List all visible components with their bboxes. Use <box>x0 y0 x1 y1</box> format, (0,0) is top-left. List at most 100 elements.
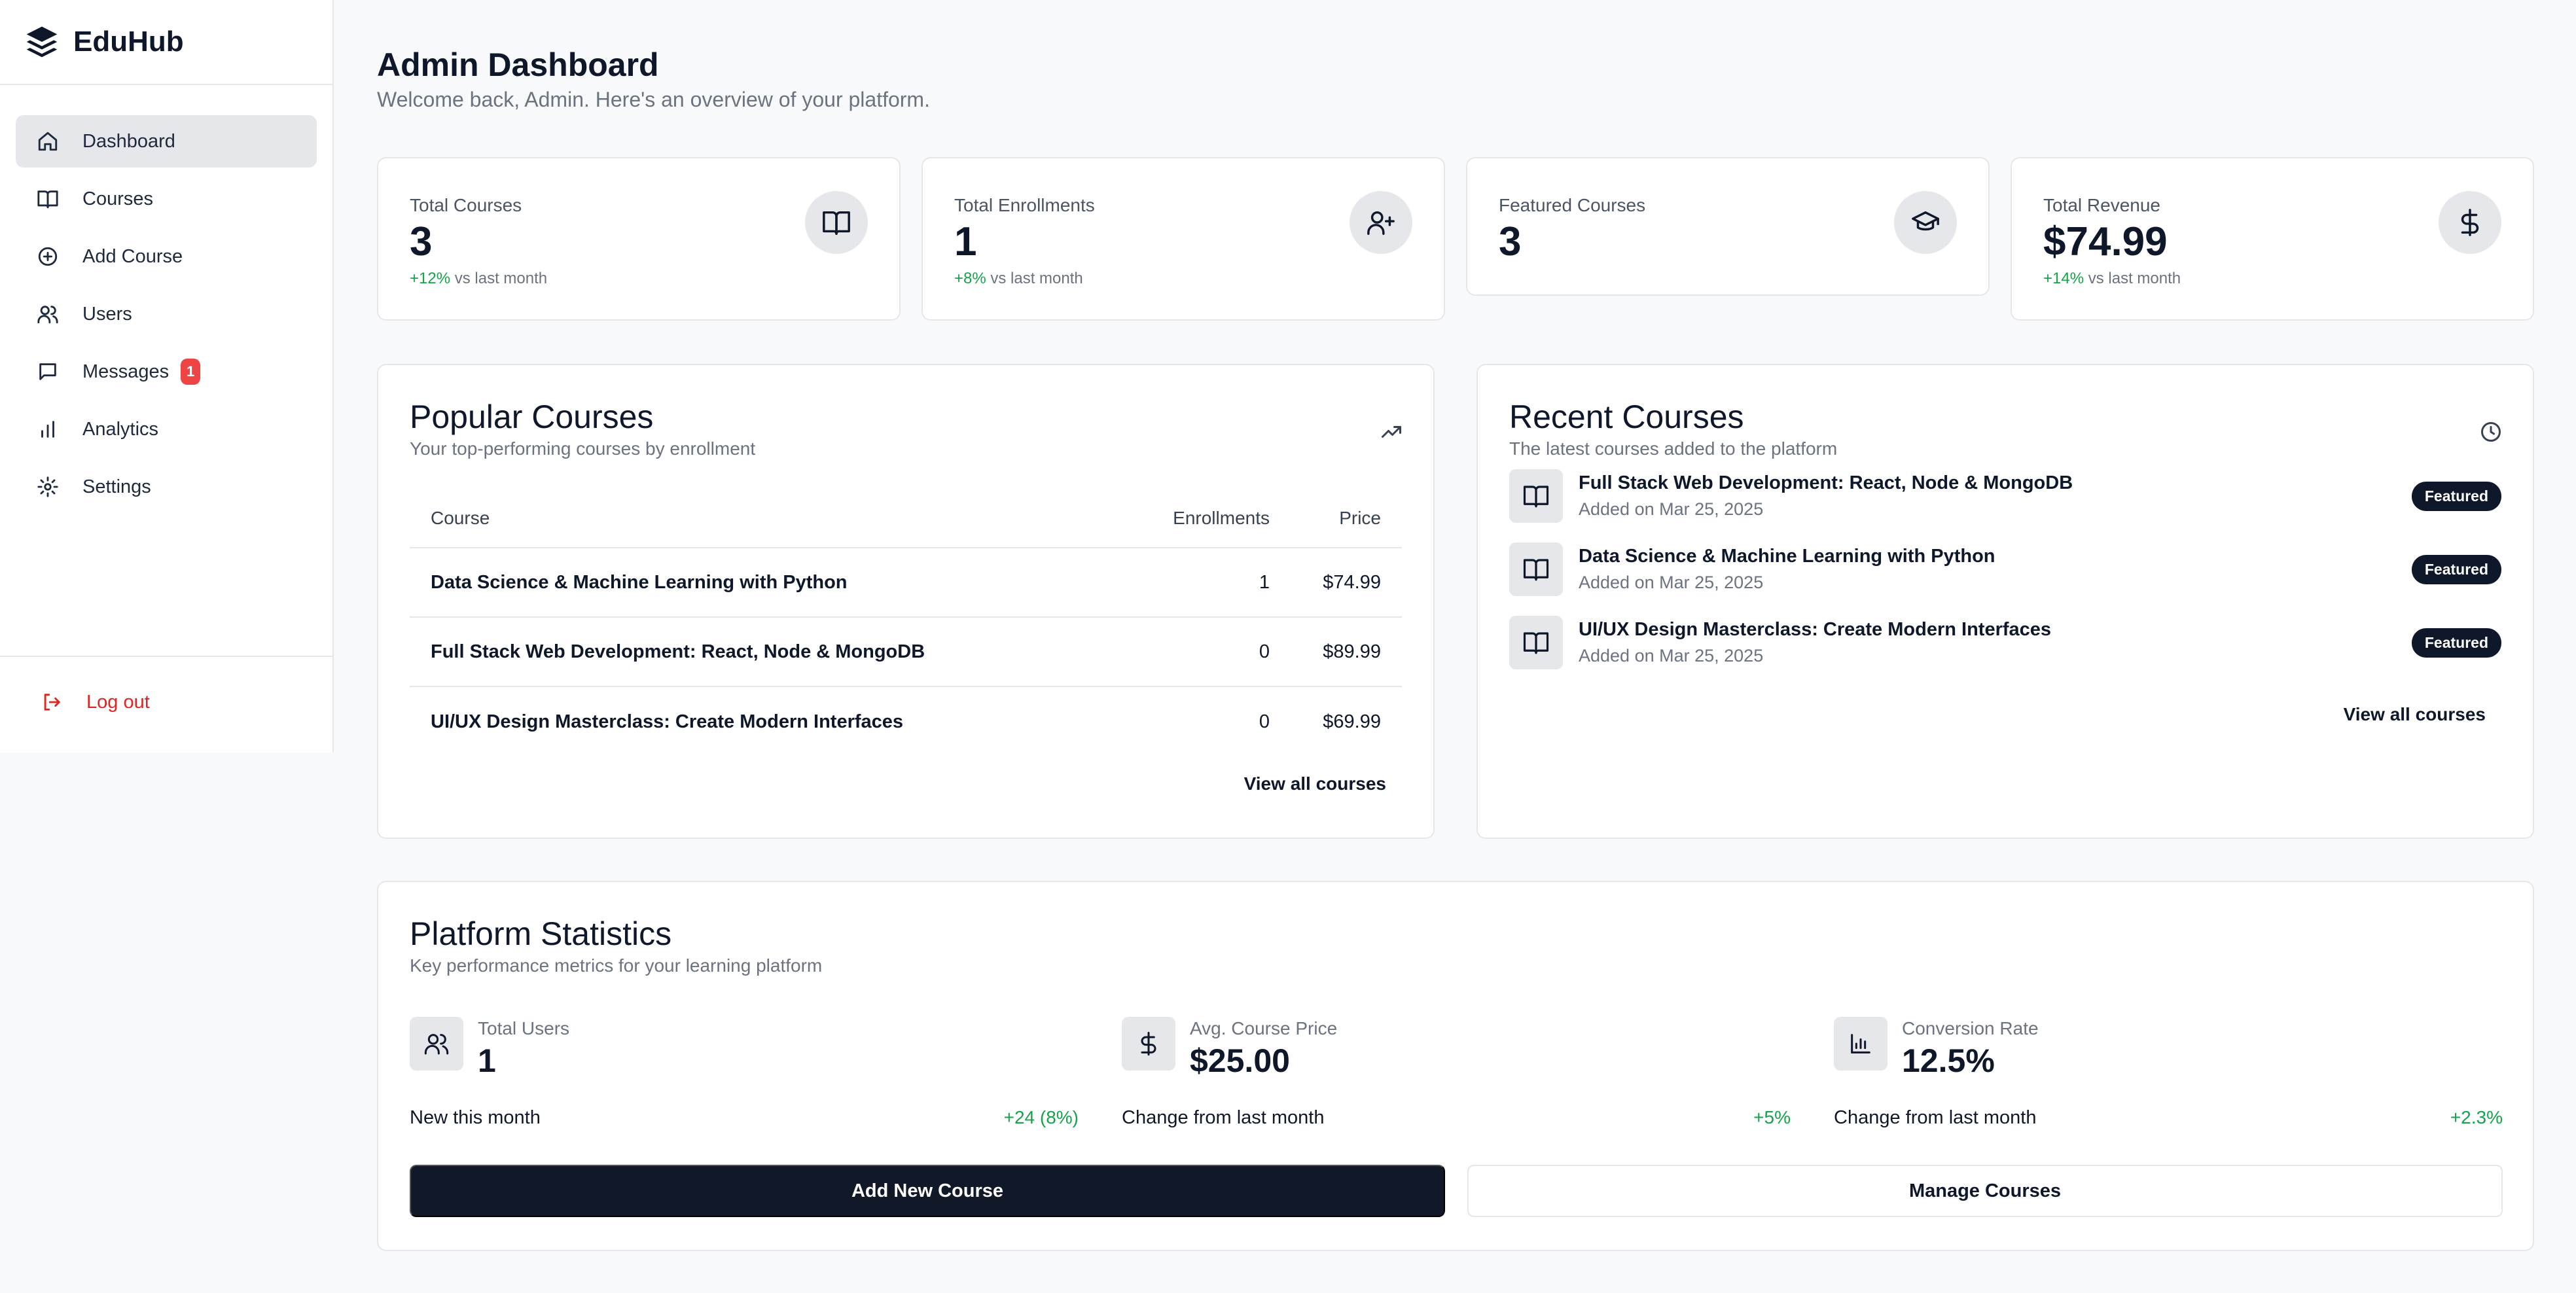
column-header-enrollments[interactable]: Enrollments <box>1127 508 1291 529</box>
book-icon <box>823 211 850 235</box>
unread-count-badge: 1 <box>181 359 201 385</box>
metric-label: Conversion Rate <box>1902 1018 2039 1038</box>
users-icon <box>424 1034 449 1055</box>
brand[interactable]: EduHub <box>0 0 332 85</box>
sidebar-item-label: Dashboard <box>82 130 175 152</box>
stat-icon-wrap <box>1894 191 1957 254</box>
stat-value: $74.99 <box>2043 219 2168 264</box>
stat-label: Total Courses <box>410 195 522 215</box>
view-all-courses-link[interactable]: View all courses <box>1244 773 1386 794</box>
column-header-price[interactable]: Price <box>1291 508 1402 529</box>
sidebar-item-settings[interactable]: Settings <box>16 461 317 513</box>
page-subtitle: Welcome back, Admin. Here's an overview … <box>377 88 930 111</box>
stat-icon-wrap <box>2439 191 2501 254</box>
course-enrollments: 0 <box>1259 641 1270 662</box>
sidebar-item-label: Messages <box>82 361 170 382</box>
course-info: UI/UX Design Masterclass: Create Modern … <box>1579 619 2412 666</box>
sidebar-item-courses[interactable]: Courses <box>16 173 317 225</box>
book-icon <box>1523 559 1549 581</box>
trending-up-icon <box>1382 426 1401 438</box>
column-header-course[interactable]: Course <box>410 508 1127 529</box>
stat-card-featured-courses: Featured Courses 3 <box>1466 157 1990 296</box>
metric-delta: +24 (8%) <box>1003 1107 1079 1127</box>
message-icon <box>39 363 56 380</box>
popular-courses-table: Course Enrollments Price Data Science & … <box>410 489 1402 756</box>
metric-icon-wrap <box>410 1017 463 1071</box>
logout-button[interactable]: Log out <box>0 656 332 713</box>
featured-badge: Featured <box>2411 554 2501 584</box>
sidebar-item-analytics[interactable]: Analytics <box>16 403 317 455</box>
metric-value: 1 <box>478 1042 496 1079</box>
sidebar: EduHub Dashboard Courses Add Course User… <box>0 0 334 753</box>
book-icon <box>1523 486 1549 508</box>
metric-label: Total Users <box>478 1018 570 1038</box>
stat-change-value: +14% <box>2043 270 2084 287</box>
user-plus-icon <box>1367 211 1395 235</box>
list-item[interactable]: UI/UX Design Masterclass: Create Modern … <box>1509 615 2501 670</box>
bar-chart-icon <box>41 421 54 438</box>
bar-chart-icon <box>1851 1034 1870 1054</box>
stat-change-suffix: vs last month <box>990 270 1083 287</box>
featured-badge: Featured <box>2411 628 2501 658</box>
table-row[interactable]: Full Stack Web Development: React, Node … <box>410 618 1402 687</box>
course-thumb <box>1509 542 1563 596</box>
recent-courses-card: Recent Courses The latest courses added … <box>1476 364 2534 839</box>
add-new-course-button[interactable]: Add New Course <box>410 1165 1445 1217</box>
course-title: Full Stack Web Development: React, Node … <box>1579 472 2073 493</box>
stat-change: +14% vs last month <box>2043 270 2181 288</box>
section-subtitle: The latest courses added to the platform <box>1509 438 1838 459</box>
section-title: Popular Courses <box>410 399 654 435</box>
home-icon <box>38 132 58 151</box>
course-info: Data Science & Machine Learning with Pyt… <box>1579 546 2412 593</box>
stat-change-value: +12% <box>410 270 451 287</box>
course-price: $74.99 <box>1323 571 1381 593</box>
manage-courses-button[interactable]: Manage Courses <box>1467 1165 2503 1217</box>
stat-label: Featured Courses <box>1499 195 1646 215</box>
course-title: Data Science & Machine Learning with Pyt… <box>1579 546 1995 567</box>
stat-change: +8% vs last month <box>954 270 1083 288</box>
list-item[interactable]: Data Science & Machine Learning with Pyt… <box>1509 542 2501 597</box>
stat-label: Total Enrollments <box>954 195 1095 215</box>
stat-change-suffix: vs last month <box>2088 270 2181 287</box>
section-subtitle: Your top-performing courses by enrollmen… <box>410 438 756 459</box>
dollar-icon <box>2461 209 2479 236</box>
sidebar-item-users[interactable]: Users <box>16 288 317 340</box>
page-title: Admin Dashboard <box>377 46 659 83</box>
course-enrollments: 1 <box>1259 571 1270 593</box>
stat-change-value: +8% <box>954 270 986 287</box>
sidebar-item-label: Courses <box>82 188 153 209</box>
metric-delta: +5% <box>1753 1107 1791 1127</box>
popular-courses-card: Popular Courses Your top-performing cour… <box>377 364 1435 839</box>
stat-icon-wrap <box>1350 191 1412 254</box>
sidebar-item-label: Users <box>82 303 132 325</box>
course-name: Data Science & Machine Learning with Pyt… <box>431 571 848 593</box>
course-date: Added on Mar 25, 2025 <box>1579 499 1764 519</box>
stat-value: 1 <box>954 219 977 264</box>
list-item[interactable]: Full Stack Web Development: React, Node … <box>1509 469 2501 523</box>
view-all-courses-link[interactable]: View all courses <box>2344 704 2486 725</box>
layers-logo-icon <box>26 26 58 58</box>
course-enrollments: 0 <box>1259 711 1270 732</box>
platform-statistics-card: Platform Statistics Key performance metr… <box>377 881 2534 1251</box>
sidebar-item-add-course[interactable]: Add Course <box>16 230 317 283</box>
table-header: Course Enrollments Price <box>410 489 1402 548</box>
section-subtitle: Key performance metrics for your learnin… <box>410 955 823 976</box>
sidebar-nav: Dashboard Courses Add Course Users Messa… <box>0 85 332 513</box>
featured-badge: Featured <box>2411 481 2501 511</box>
sidebar-item-dashboard[interactable]: Dashboard <box>16 115 317 168</box>
sidebar-item-messages[interactable]: Messages 1 <box>16 345 317 398</box>
metric-value: $25.00 <box>1190 1042 1290 1079</box>
stat-card-total-enrollments: Total Enrollments 1 +8% vs last month <box>921 157 1445 321</box>
course-info: Full Stack Web Development: React, Node … <box>1579 472 2412 520</box>
course-name: UI/UX Design Masterclass: Create Modern … <box>431 711 904 732</box>
course-name: Full Stack Web Development: React, Node … <box>431 641 925 662</box>
table-row[interactable]: Data Science & Machine Learning with Pyt… <box>410 548 1402 618</box>
sidebar-item-label: Analytics <box>82 418 159 440</box>
stat-card-total-revenue: Total Revenue $74.99 +14% vs last month <box>2011 157 2534 321</box>
stat-value: 3 <box>410 219 433 264</box>
metric-delta: +2.3% <box>2450 1107 2503 1127</box>
graduation-cap-icon <box>1912 211 1939 231</box>
metric-icon-wrap <box>1122 1017 1175 1071</box>
clock-icon <box>2481 422 2501 442</box>
table-row[interactable]: UI/UX Design Masterclass: Create Modern … <box>410 687 1402 756</box>
